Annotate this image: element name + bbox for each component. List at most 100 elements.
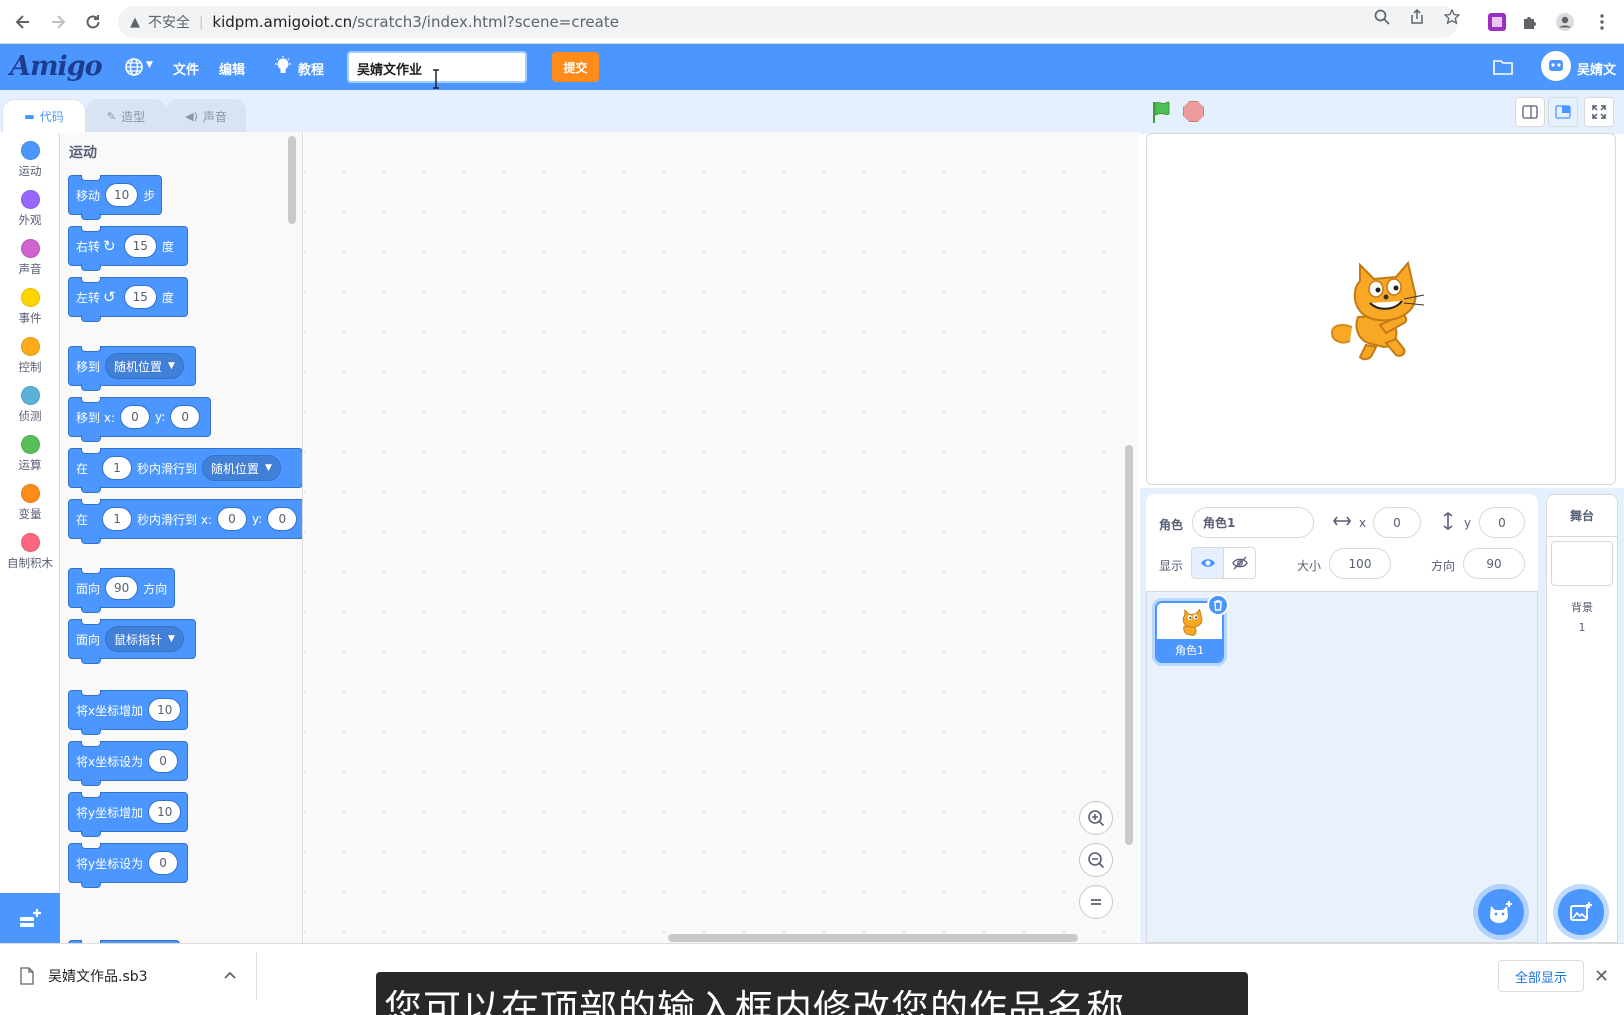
zoom-reset-button[interactable] <box>1079 885 1113 919</box>
amigo-logo[interactable]: Amigo <box>10 51 103 82</box>
block-set-y[interactable]: 将y坐标设为 0 <box>68 843 188 888</box>
folder-icon[interactable] <box>1492 57 1514 77</box>
address-bar[interactable]: ▲ 不安全 | kidpm.amigoiot.cn/scratch3/index… <box>118 6 1458 38</box>
fullscreen-icon <box>1592 105 1606 119</box>
block-input[interactable]: 15 <box>123 234 157 258</box>
sprite-name-input[interactable]: 角色1 <box>1192 507 1314 538</box>
block-change-y[interactable]: 将y坐标增加 10 <box>68 792 188 837</box>
submit-button[interactable]: 提交 <box>552 52 599 82</box>
block-input[interactable]: 10 <box>105 183 139 207</box>
block-move-steps[interactable]: 移动 10 步 <box>68 175 162 220</box>
profile-avatar-icon[interactable] <box>1555 12 1575 32</box>
block-glide-to[interactable]: 在 1 秒内滑行到 随机位置 ▼ <box>68 448 302 493</box>
small-stage-button[interactable] <box>1515 97 1545 127</box>
stage-thumbnail[interactable] <box>1551 541 1613 586</box>
block-input[interactable]: 90 <box>105 576 139 600</box>
tutorial-lightbulb-icon[interactable] <box>274 56 292 78</box>
block-input[interactable]: 10 <box>148 800 182 824</box>
block-goto-xy[interactable]: 移到 x: 0 y: 0 <box>68 397 211 442</box>
block-input[interactable]: 0 <box>119 405 150 429</box>
menu-edit[interactable]: 编辑 <box>219 59 245 78</box>
block-goto[interactable]: 移到 随机位置 ▼ <box>68 346 196 391</box>
tab-costumes[interactable]: ✎ 造型 <box>86 99 166 133</box>
subtitle-text: 您可以在顶部的输入框内修改您的作品名称 <box>384 987 1126 1015</box>
block-turn-right[interactable]: 右转 ↻ 15 度 <box>68 226 188 271</box>
delete-sprite-button[interactable] <box>1207 594 1229 616</box>
download-filename: 吴婧文作品.sb3 <box>48 969 148 985</box>
add-extension-button[interactable] <box>0 893 60 943</box>
block-dropdown[interactable]: 鼠标指针 ▼ <box>105 626 184 652</box>
block-set-x[interactable]: 将x坐标设为 0 <box>68 741 188 786</box>
block-input[interactable]: 0 <box>267 507 298 531</box>
zoom-in-button[interactable] <box>1079 801 1113 835</box>
y-input[interactable]: 0 <box>1479 507 1525 538</box>
download-item[interactable]: 吴婧文作品.sb3 <box>20 960 256 992</box>
zoom-icon[interactable] <box>1374 9 1390 25</box>
language-caret-icon[interactable]: ▼ <box>146 60 153 70</box>
tab-code[interactable]: ▬ 代码 <box>2 99 86 133</box>
fullscreen-button[interactable] <box>1584 97 1614 127</box>
category-my-blocks[interactable]: 自制积木 <box>0 528 60 576</box>
add-sprite-button[interactable] <box>1478 889 1524 935</box>
block-dropdown[interactable]: 随机位置 ▼ <box>105 353 184 379</box>
file-icon <box>20 967 34 985</box>
chevron-up-icon[interactable] <box>224 971 236 979</box>
close-icon[interactable]: ✕ <box>1594 966 1609 987</box>
code-workspace[interactable] <box>304 132 1138 943</box>
block-input[interactable]: 1 <box>102 456 133 480</box>
browser-menu-icon[interactable] <box>1592 12 1612 32</box>
block-input[interactable]: 0 <box>148 749 179 773</box>
block-input[interactable]: 15 <box>123 285 157 309</box>
block-point-direction[interactable]: 面向 90 方向 <box>68 568 175 613</box>
workspace-horizontal-scrollbar[interactable] <box>668 934 1078 942</box>
block-glide-xy[interactable]: 在 1 秒内滑行到 x: 0 y: 0 <box>68 499 302 544</box>
category-events[interactable]: 事件 <box>0 283 60 331</box>
menu-tutorial[interactable]: 教程 <box>298 59 324 78</box>
block-point-towards[interactable]: 面向 鼠标指针 ▼ <box>68 619 196 664</box>
stage-selector[interactable]: 舞台 背景 1 <box>1546 494 1618 943</box>
category-motion[interactable]: 运动 <box>0 136 60 184</box>
block-dropdown[interactable]: 随机位置 ▼ <box>202 455 281 481</box>
zoom-out-button[interactable] <box>1079 843 1113 877</box>
username-label[interactable]: 吴婧文 <box>1577 59 1616 78</box>
category-variables[interactable]: 变量 <box>0 479 60 527</box>
block-input[interactable]: 10 <box>148 698 182 722</box>
green-flag-icon[interactable] <box>1150 100 1174 124</box>
category-dot <box>20 484 40 503</box>
category-control[interactable]: 控制 <box>0 332 60 380</box>
back-arrow-icon[interactable] <box>11 10 35 34</box>
tab-sounds[interactable]: ◀) 声音 <box>166 99 246 133</box>
direction-input[interactable]: 90 <box>1463 548 1525 579</box>
extensions-puzzle-icon[interactable] <box>1521 12 1541 32</box>
block-input[interactable]: 0 <box>148 851 179 875</box>
show-all-button[interactable]: 全部显示 <box>1498 960 1584 992</box>
reload-icon[interactable] <box>81 10 105 34</box>
palette-scrollbar[interactable] <box>288 136 296 224</box>
language-globe-icon[interactable] <box>124 57 144 77</box>
block-input[interactable]: 0 <box>216 507 247 531</box>
cat-sprite-image[interactable] <box>1330 255 1430 365</box>
normal-stage-button[interactable] <box>1548 97 1578 127</box>
size-input[interactable]: 100 <box>1329 548 1391 579</box>
forward-arrow-icon[interactable] <box>46 10 70 34</box>
add-backdrop-button[interactable] <box>1558 889 1604 935</box>
extension-app-icon[interactable] <box>1487 12 1507 32</box>
share-icon[interactable] <box>1409 9 1425 25</box>
x-input[interactable]: 0 <box>1373 507 1421 538</box>
block-turn-left[interactable]: 左转 ↺ 15 度 <box>68 277 188 322</box>
user-avatar-icon[interactable] <box>1540 50 1572 82</box>
add-extension-icon <box>20 909 41 927</box>
block-change-x[interactable]: 将x坐标增加 10 <box>68 690 188 735</box>
category-sensing[interactable]: 侦测 <box>0 381 60 429</box>
category-sound[interactable]: 声音 <box>0 234 60 282</box>
block-input[interactable]: 0 <box>170 405 201 429</box>
show-button[interactable] <box>1192 548 1224 578</box>
bookmark-star-icon[interactable] <box>1444 9 1460 25</box>
workspace-vertical-scrollbar[interactable] <box>1125 445 1133 845</box>
block-input[interactable]: 1 <box>102 507 133 531</box>
category-looks[interactable]: 外观 <box>0 185 60 233</box>
hide-button[interactable] <box>1223 548 1255 578</box>
stop-sign-icon[interactable] <box>1183 101 1204 122</box>
category-operators[interactable]: 运算 <box>0 430 60 478</box>
menu-file[interactable]: 文件 <box>173 59 199 78</box>
